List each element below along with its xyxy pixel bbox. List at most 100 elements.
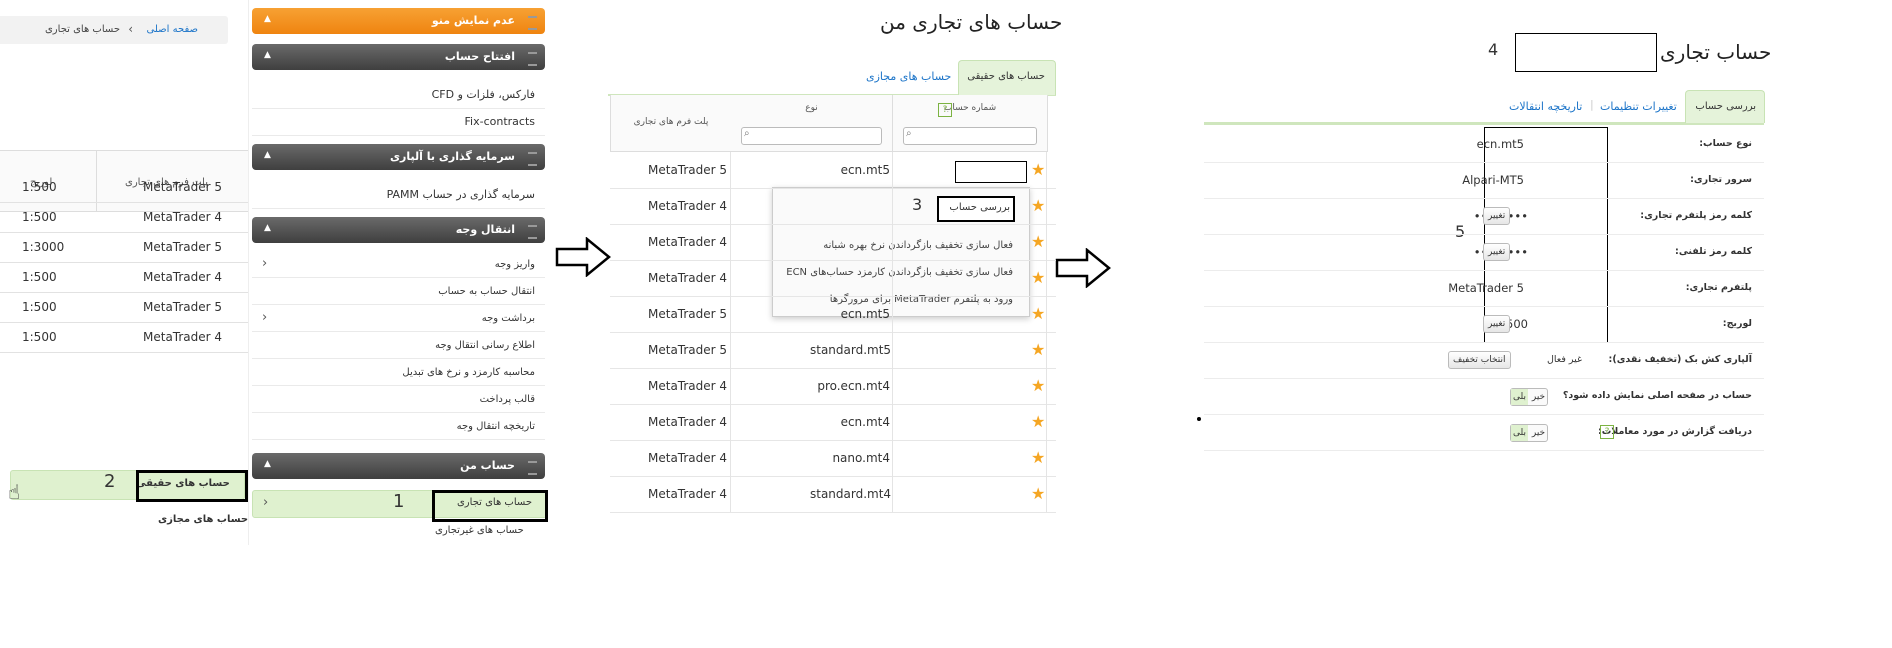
menu-section-transfer[interactable]: انتقال وجه ▲: [252, 217, 545, 243]
star-icon[interactable]: ★: [1031, 412, 1045, 431]
table-row[interactable]: MetaTrader 4 ★: [610, 224, 1056, 261]
column-header-account[interactable]: شماره حساب ⌕: [893, 95, 1048, 152]
star-icon[interactable]: ★: [1031, 448, 1045, 467]
tab-real-accounts[interactable]: حساب های حقیقی: [958, 60, 1056, 95]
star-icon[interactable]: ★: [1031, 304, 1045, 323]
grip-icon: [528, 52, 537, 66]
toggle-no[interactable]: خیر: [1530, 425, 1547, 441]
table-row[interactable]: MetaTrader 5 ecn.mt5 ★: [610, 296, 1056, 333]
menu-item-transfer-1[interactable]: انتقال حساب به حساب: [252, 282, 545, 305]
table-row[interactable]: MetaTrader 4 ★: [610, 260, 1056, 297]
change-button[interactable]: تغییر: [1483, 315, 1511, 333]
star-icon[interactable]: ★: [1031, 160, 1045, 179]
menu-item-transfer-2[interactable]: برداشت وجه ‹: [252, 309, 545, 332]
breadcrumb-separator: ›: [128, 22, 133, 36]
table-row[interactable]: 1:500 MetaTrader 5: [0, 292, 248, 323]
menu-item-transfer-4[interactable]: محاسبه کارمزد و نرخ های تبدیل: [252, 363, 545, 386]
submenu-virtual-accounts[interactable]: حساب های مجازی: [158, 514, 248, 525]
change-button[interactable]: تغییر: [1483, 243, 1511, 261]
detail-value: غیر فعال: [1546, 354, 1582, 365]
star-icon[interactable]: ★: [1031, 484, 1045, 503]
type-search-input[interactable]: ⌕: [741, 127, 882, 145]
chevron-left-icon: ‹: [263, 495, 269, 510]
menu-section-open-account[interactable]: افتتاح حساب ▲: [252, 44, 545, 70]
select-cashback-button[interactable]: انتخاب تخفیف: [1448, 351, 1511, 369]
column-divider: [892, 332, 893, 368]
chevron-up-icon: ▲: [264, 459, 271, 469]
help-icon[interactable]: ?: [1600, 425, 1614, 439]
toggle-yes[interactable]: بلی: [1511, 425, 1528, 441]
star-icon[interactable]: ★: [1031, 232, 1045, 251]
breadcrumb-current: حساب های تجاری: [44, 24, 120, 35]
menu-item-transfer-3[interactable]: اطلاع رسانی انتقال وجه: [252, 336, 545, 359]
table-row[interactable]: MetaTrader 5 standard.mt5 ★: [610, 332, 1056, 369]
toggle-yes[interactable]: بلی: [1511, 389, 1528, 405]
table-row[interactable]: 1:3000 MetaTrader 5: [0, 232, 248, 263]
yes-no-toggle[interactable]: بلی خیر: [1510, 424, 1548, 442]
column-divider: [892, 404, 893, 440]
column-divider: [892, 152, 893, 188]
chevron-left-icon: ‹: [262, 310, 268, 325]
table-row[interactable]: MetaTrader 5 ecn.mt5 ★: [610, 152, 1056, 189]
table-row[interactable]: MetaTrader 4 nano.mt4 ★: [610, 440, 1056, 477]
menu-item-transfer-5[interactable]: قالب پرداخت: [252, 390, 545, 413]
chevron-left-icon: ‹: [262, 256, 268, 271]
column-divider: [730, 368, 731, 404]
menu-item-transfer-6[interactable]: تاریخچه انتقال وجه: [252, 417, 545, 440]
menu-item-forex[interactable]: فارکس، فلزات و CFD: [252, 82, 545, 109]
star-icon[interactable]: ★: [1031, 196, 1045, 215]
table-row[interactable]: 1:500 MetaTrader 4: [0, 322, 248, 353]
account-detail-row: نوع حساب: ecn.mt5: [1204, 126, 1764, 163]
platform-cell: MetaTrader 4: [143, 270, 223, 284]
table-row[interactable]: 1:500 MetaTrader 4: [0, 262, 248, 293]
search-icon: ⌕: [744, 128, 750, 139]
star-icon[interactable]: ★: [1031, 268, 1045, 287]
menu-item-nontrading-accounts[interactable]: حساب های غیرتجاری: [435, 525, 524, 536]
table-row[interactable]: 1:500 MetaTrader 5: [0, 172, 248, 203]
type-cell: pro.ecn.mt4: [817, 379, 890, 393]
column-divider: [892, 368, 893, 404]
star-icon[interactable]: ★: [1031, 376, 1045, 395]
column-divider: [1046, 332, 1047, 368]
table-row[interactable]: 1:500 MetaTrader 4: [0, 202, 248, 233]
tab-virtual-accounts[interactable]: حساب های مجازی: [866, 70, 951, 83]
column-divider: [730, 188, 731, 224]
account-search-input[interactable]: ⌕: [903, 127, 1037, 145]
platform-cell: MetaTrader 5: [648, 307, 728, 321]
highlight-box-step1: [432, 490, 548, 522]
leverage-cell: 1:500: [22, 300, 57, 314]
platform-cell: MetaTrader 4: [143, 330, 223, 344]
platform-cell: MetaTrader 5: [648, 163, 728, 177]
yes-no-toggle[interactable]: بلی خیر: [1510, 388, 1548, 406]
star-icon[interactable]: ★: [1031, 340, 1045, 359]
chevron-up-icon: ▲: [264, 50, 271, 60]
breadcrumb-home-link[interactable]: صفحه اصلی: [147, 24, 198, 35]
menu-item-fix-contracts[interactable]: Fix-contracts: [252, 109, 545, 136]
tab-settings-changes[interactable]: تغییرات تنظیمات: [1600, 100, 1677, 113]
menu-section-invest[interactable]: سرمایه گذاری با آلپاری ▲: [252, 144, 545, 170]
column-header-type[interactable]: نوع ⌕: [731, 95, 893, 152]
menu-item-pamm[interactable]: سرمایه گذاری در حساب PAMM: [252, 182, 545, 209]
leverage-cell: 1:500: [22, 270, 57, 284]
column-divider: [1046, 440, 1047, 476]
type-cell: nano.mt4: [832, 451, 890, 465]
detail-value: ecn.mt5: [1476, 137, 1524, 151]
table-row[interactable]: MetaTrader 4 standard.mt4 ★: [610, 476, 1056, 513]
change-button[interactable]: تغییر: [1483, 207, 1511, 225]
column-header-platform[interactable]: پلت فرم های تجاری: [610, 95, 732, 152]
table-row[interactable]: MetaTrader 4 pro.ecn.mt4 ★: [610, 368, 1056, 405]
toggle-no[interactable]: خیر: [1530, 389, 1547, 405]
help-icon[interactable]: ?: [938, 103, 952, 117]
menu-section-my-account[interactable]: حساب من ▲: [252, 453, 545, 479]
menu-hide-toggle[interactable]: عدم نمایش منو ▲: [252, 8, 545, 34]
column-divider: [892, 296, 893, 332]
tab-transfer-history[interactable]: تاریخچه انتقالات: [1509, 100, 1582, 113]
tab-account-overview[interactable]: بررسی حساب: [1685, 90, 1765, 123]
table-row[interactable]: MetaTrader 4 ecn.mt4 ★: [610, 404, 1056, 441]
platform-cell: MetaTrader 4: [648, 235, 728, 249]
table-row[interactable]: MetaTrader 4 ★: [610, 188, 1056, 225]
platform-cell: MetaTrader 4: [143, 210, 223, 224]
menu-item-transfer-0[interactable]: واریز وجه ‹: [252, 255, 545, 278]
leverage-cell: 1:500: [22, 180, 57, 194]
type-cell: ecn.mt5: [840, 163, 890, 177]
